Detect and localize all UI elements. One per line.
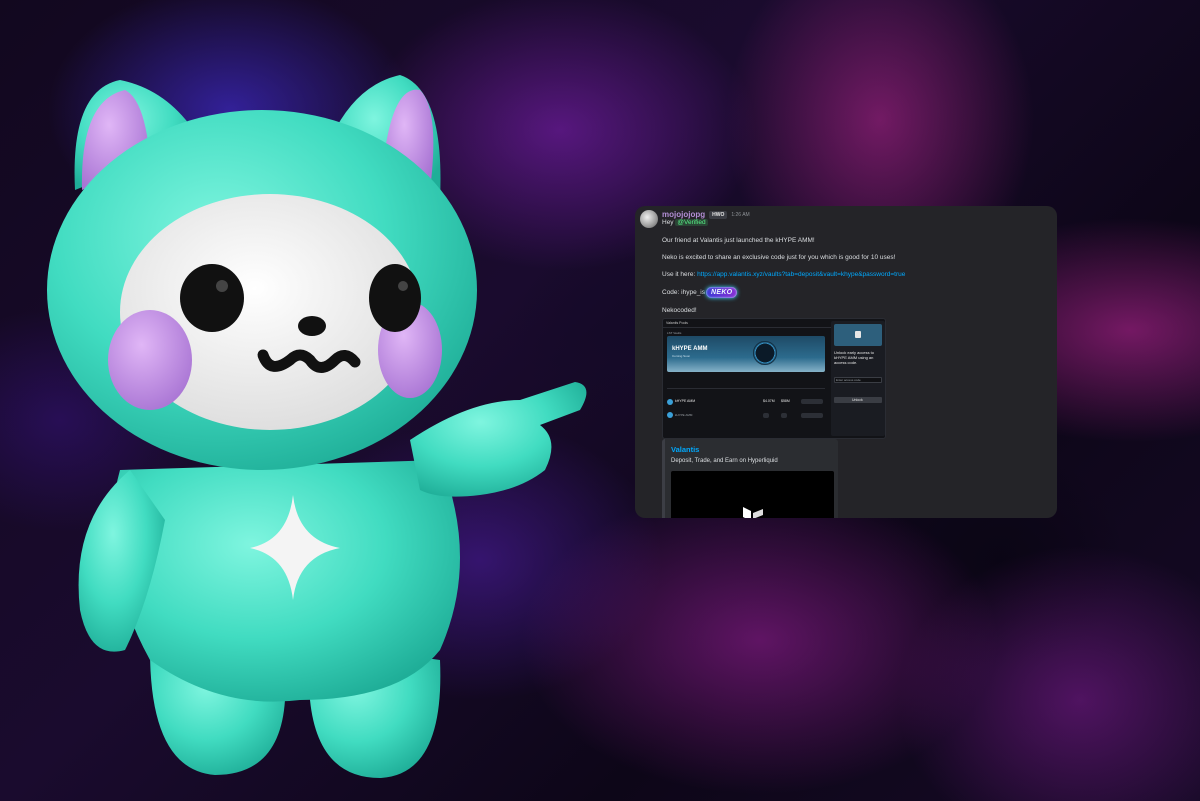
role-mention[interactable]: @Verified bbox=[675, 219, 708, 226]
discord-message-card: mojojojopg HWO 1:26 AM Hey @Verified Our… bbox=[635, 206, 1057, 518]
message-line-3: Use it here: https://app.valantis.xyz/va… bbox=[662, 271, 905, 278]
vault-link[interactable]: https://app.valantis.xyz/vaults?tab=depo… bbox=[697, 271, 905, 278]
screenshot-banner-subtitle: Coming Soon bbox=[672, 354, 691, 358]
message-timestamp: 1:26 AM bbox=[731, 211, 750, 218]
neko-mascot-illustration bbox=[47, 75, 587, 778]
attached-screenshot[interactable]: Valantis Pools $10.0M $441.0M LST Vaults… bbox=[662, 318, 886, 439]
code-prefix: Code: ihype_is bbox=[662, 289, 705, 297]
link-preview-image[interactable] bbox=[671, 471, 834, 518]
screenshot-unlock-text: Unlock early access to kHYPE AMM using a… bbox=[834, 350, 875, 365]
message-line-1: Our friend at Valantis just launched the… bbox=[662, 237, 815, 244]
right-eye bbox=[369, 264, 421, 332]
code-line: Code: ihype_is NEKO bbox=[662, 287, 738, 298]
link-preview-embed[interactable]: Valantis Deposit, Trade, and Earn on Hyp… bbox=[662, 439, 838, 518]
screenshot-row-1-val-1: $4.07M bbox=[763, 399, 775, 403]
screenshot-brand: Valantis Pools bbox=[666, 321, 688, 325]
valantis-logo-icon bbox=[743, 507, 763, 518]
screenshot-main-panel: LST Vaults kHYPE AMM Coming Soon kHYPE A… bbox=[663, 328, 828, 438]
use-it-label: Use it here: bbox=[662, 271, 696, 278]
right-arm-pointing bbox=[410, 382, 587, 497]
message-line-2: Neko is excited to share an exclusive co… bbox=[662, 254, 896, 261]
screenshot-code-input: Enter access code bbox=[836, 378, 861, 382]
user-avatar[interactable] bbox=[640, 210, 658, 228]
greeting-text: Hey bbox=[662, 219, 674, 226]
greeting-line: Hey @Verified bbox=[662, 219, 708, 226]
link-preview-description: Deposit, Trade, and Earn on Hyperliquid bbox=[671, 458, 778, 464]
screenshot-banner: kHYPE AMM Coming Soon bbox=[667, 336, 825, 372]
message-header: mojojojopg HWO 1:26 AM bbox=[662, 210, 750, 219]
server-tag-badge[interactable]: HWO bbox=[709, 210, 728, 219]
link-preview-site[interactable]: Valantis bbox=[671, 445, 699, 454]
screenshot-unlock-panel: Unlock early access to kHYPE AMM using a… bbox=[831, 321, 885, 436]
screenshot-section-label: LST Vaults bbox=[667, 331, 682, 335]
screenshot-banner-logo bbox=[753, 341, 777, 365]
neko-code-badge: NEKO bbox=[706, 287, 738, 298]
username[interactable]: mojojojopg bbox=[662, 210, 705, 219]
screenshot-unlock-button: Unlock bbox=[852, 398, 863, 402]
screenshot-row-1-name: kHYPE AMM bbox=[675, 399, 696, 403]
signoff-line: Nekocoded! bbox=[662, 307, 697, 314]
left-cheek bbox=[108, 310, 192, 410]
screenshot-banner-title: kHYPE AMM bbox=[672, 346, 708, 352]
screenshot-row-1-val-2: $58M bbox=[781, 399, 790, 403]
body bbox=[112, 460, 460, 702]
nose bbox=[298, 316, 326, 336]
screenshot-row-2-name: kHYPE AMM bbox=[675, 413, 693, 417]
left-eye bbox=[180, 264, 244, 332]
